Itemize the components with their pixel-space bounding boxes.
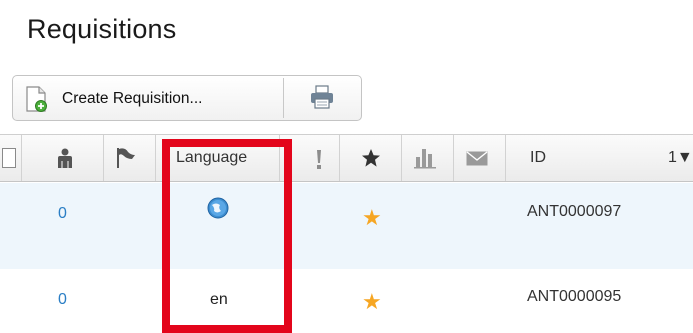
checkbox-icon	[2, 148, 16, 168]
requisition-id[interactable]: ANT0000095	[527, 288, 621, 306]
page-title: Requisitions	[27, 14, 177, 44]
table-row[interactable]: 0 ★ ANT0000097	[0, 183, 693, 269]
toolbar-separator	[283, 78, 284, 118]
column-messages[interactable]	[454, 135, 506, 181]
globe-icon	[207, 197, 229, 219]
flag-icon	[117, 148, 135, 168]
table-row[interactable]: 0 en ★ ANT0000095	[0, 269, 693, 328]
exclamation-icon	[317, 150, 321, 169]
column-flag[interactable]	[104, 135, 156, 181]
person-icon	[58, 148, 72, 168]
star-icon	[362, 149, 380, 167]
count-link[interactable]: 0	[58, 205, 67, 223]
count-link[interactable]: 0	[58, 291, 67, 309]
language-value: en	[210, 291, 228, 308]
grid-header: Language ID 1▼	[0, 134, 693, 182]
create-requisition-label: Create Requisition...	[62, 90, 203, 107]
column-language-label: Language	[176, 149, 248, 166]
requisition-id[interactable]: ANT0000097	[527, 203, 621, 221]
column-priority[interactable]	[280, 135, 340, 181]
toolbar: Create Requisition...	[12, 75, 362, 121]
create-requisition-button[interactable]: Create Requisition...	[13, 76, 283, 120]
column-sort-indicator[interactable]: 1▼	[668, 149, 693, 167]
column-owner[interactable]	[22, 135, 104, 181]
column-favorite[interactable]	[340, 135, 402, 181]
column-id-label: ID	[530, 149, 546, 166]
favorite-star[interactable]: ★	[362, 207, 382, 229]
favorite-star[interactable]: ★	[362, 291, 382, 313]
new-document-icon	[26, 86, 47, 112]
column-id[interactable]: ID 1▼	[506, 135, 693, 181]
printer-icon	[311, 85, 333, 109]
column-stats[interactable]	[402, 135, 454, 181]
print-button[interactable]	[293, 76, 353, 120]
column-select-all[interactable]	[0, 135, 22, 181]
bar-chart-icon	[414, 149, 436, 169]
column-language[interactable]: Language	[156, 135, 280, 181]
envelope-icon	[466, 151, 488, 166]
